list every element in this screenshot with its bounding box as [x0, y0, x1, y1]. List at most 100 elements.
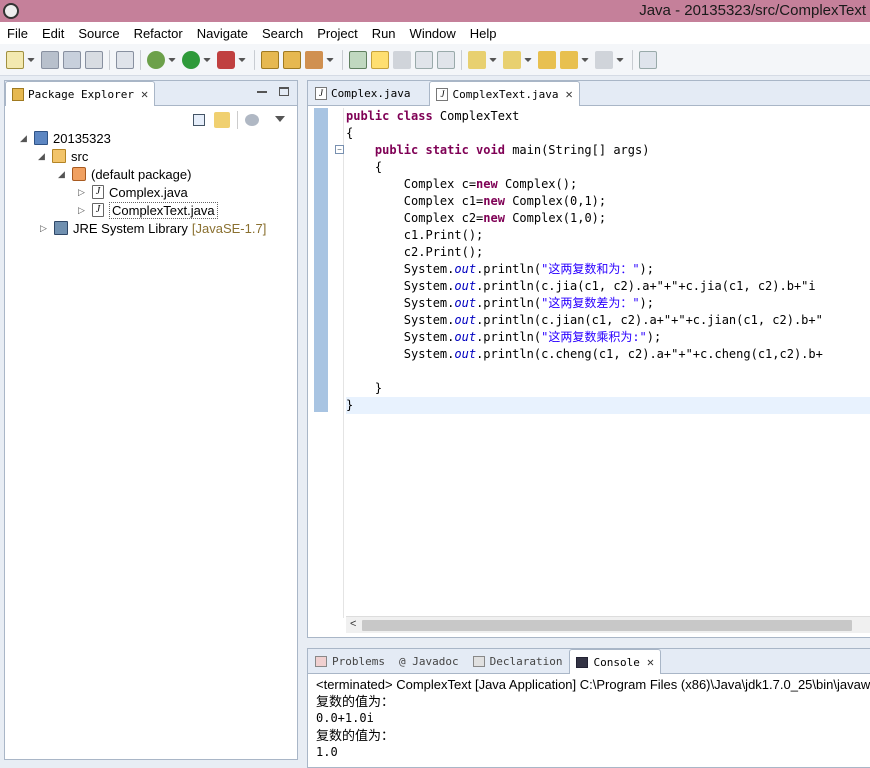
link-with-editor-icon[interactable]	[214, 112, 230, 128]
show-whitespace-icon[interactable]	[437, 50, 455, 69]
code-line: public class ComplexText	[346, 109, 520, 123]
debug-icon[interactable]	[147, 50, 165, 69]
project-name: 20135323	[53, 130, 111, 146]
task-dropdown-icon[interactable]	[326, 57, 334, 62]
maximize-icon[interactable]	[279, 87, 289, 96]
tab-console[interactable]: Console ✕	[569, 649, 662, 674]
tab-package-explorer[interactable]: Package Explorer ✕	[5, 81, 156, 106]
menu-navigate[interactable]: Navigate	[190, 26, 255, 41]
back-icon[interactable]	[560, 50, 578, 69]
open-folder-icon[interactable]	[283, 50, 301, 69]
forward-icon[interactable]	[595, 50, 613, 69]
toolbar-separator	[254, 49, 255, 70]
tree-node-jre[interactable]: ▷ JRE System Library [JavaSE-1.7]	[40, 219, 266, 237]
code-line: c2.Print();	[403, 245, 484, 259]
console-output: <terminated> ComplexText [Java Applicati…	[316, 676, 870, 761]
horizontal-scrollbar[interactable]: <	[346, 616, 870, 633]
menu-window[interactable]: Window	[403, 26, 463, 41]
package-explorer-icon	[12, 87, 24, 101]
minimize-icon[interactable]	[257, 87, 267, 93]
mark-occurrences-icon[interactable]	[371, 50, 389, 69]
toggle-breakpoint-icon[interactable]	[116, 50, 134, 69]
print-icon[interactable]	[85, 50, 103, 69]
menu-help[interactable]: Help	[463, 26, 504, 41]
close-icon[interactable]: ✕	[647, 655, 654, 669]
menu-run[interactable]: Run	[365, 26, 403, 41]
new-dropdown-icon[interactable]	[27, 57, 35, 62]
expanded-icon[interactable]: ◢	[58, 169, 68, 180]
external-tools-dropdown-icon[interactable]	[238, 57, 246, 62]
menu-bar: File Edit Source Refactor Navigate Searc…	[0, 22, 870, 44]
pin-editor-icon[interactable]	[639, 50, 657, 69]
scroll-thumb[interactable]	[362, 620, 852, 631]
java-file-icon: J	[92, 185, 104, 199]
run-dropdown-icon[interactable]	[203, 57, 211, 62]
console-line: 复数的值为：	[316, 728, 395, 743]
debug-dropdown-icon[interactable]	[168, 57, 176, 62]
overview-gutter	[314, 108, 328, 412]
tab-problems[interactable]: Problems	[308, 649, 392, 673]
tree-node-project[interactable]: ◢ 20135323	[20, 129, 111, 147]
block-selection-icon[interactable]	[393, 50, 411, 69]
collapsed-icon[interactable]: ▷	[40, 223, 50, 234]
file-label: ComplexText.java	[109, 201, 218, 219]
expanded-icon[interactable]: ◢	[38, 151, 48, 162]
code-line: System.out.println("这两复数差为：");	[403, 296, 654, 310]
close-icon[interactable]: ✕	[141, 87, 148, 101]
console-icon	[576, 656, 589, 668]
prev-annotation-dropdown-icon[interactable]	[524, 57, 532, 62]
menu-refactor[interactable]: Refactor	[127, 26, 190, 41]
expanded-icon[interactable]: ◢	[20, 133, 30, 144]
view-menu-icon[interactable]	[275, 116, 285, 122]
code-editor[interactable]: public class ComplexText { public static…	[346, 108, 870, 414]
tab-javadoc[interactable]: @ Javadoc	[392, 649, 466, 673]
menu-edit[interactable]: Edit	[35, 26, 71, 41]
package-icon	[72, 167, 86, 181]
annotation-ruler	[328, 108, 344, 618]
code-line-current: }	[346, 397, 870, 414]
external-tools-icon[interactable]	[217, 50, 235, 69]
tree-node-complex-java[interactable]: ▷ J Complex.java	[78, 183, 188, 201]
save-all-icon[interactable]	[63, 50, 81, 69]
toolbar-separator	[237, 111, 238, 129]
tree-node-package[interactable]: ◢ (default package)	[58, 165, 191, 183]
code-line: System.out.println(c.cheng(c1, c2).a+"+"…	[403, 347, 823, 361]
collapsed-icon[interactable]: ▷	[78, 205, 88, 216]
scroll-left-icon[interactable]: <	[350, 618, 356, 630]
focus-icon[interactable]	[245, 114, 259, 126]
tab-label: Complex.java	[331, 87, 411, 100]
java-file-icon: J	[315, 87, 327, 100]
tree-node-src[interactable]: ◢ src	[38, 147, 88, 165]
tab-complextext-java[interactable]: J ComplexText.java ✕	[429, 81, 580, 106]
tab-complex-java[interactable]: J Complex.java	[308, 81, 417, 105]
tree-node-complextext-java[interactable]: ▷ J ComplexText.java	[78, 201, 218, 219]
fold-collapse-icon[interactable]: −	[335, 145, 344, 154]
java-file-icon: J	[436, 87, 449, 101]
search-icon[interactable]	[349, 50, 367, 69]
forward-dropdown-icon[interactable]	[616, 57, 624, 62]
collapse-all-icon[interactable]	[193, 114, 205, 126]
word-wrap-icon[interactable]	[415, 50, 433, 69]
new-icon[interactable]	[6, 50, 24, 69]
open-type-icon[interactable]	[261, 50, 279, 69]
prev-annotation-icon[interactable]	[503, 50, 521, 69]
close-icon[interactable]: ✕	[565, 87, 572, 101]
menu-search[interactable]: Search	[255, 26, 310, 41]
menu-file[interactable]: File	[0, 26, 35, 41]
menu-source[interactable]: Source	[71, 26, 126, 41]
next-annotation-dropdown-icon[interactable]	[489, 57, 497, 62]
next-annotation-icon[interactable]	[468, 50, 486, 69]
console-tabbar: Problems @ Javadoc Declaration Console ✕	[308, 649, 870, 674]
run-icon[interactable]	[182, 50, 200, 69]
last-edit-icon[interactable]	[538, 50, 556, 69]
save-icon[interactable]	[41, 50, 59, 69]
code-line: Complex c=new Complex();	[403, 177, 578, 191]
collapsed-icon[interactable]: ▷	[78, 187, 88, 198]
back-dropdown-icon[interactable]	[581, 57, 589, 62]
main-toolbar	[0, 44, 870, 76]
menu-project[interactable]: Project	[310, 26, 364, 41]
code-line: System.out.println(c.jia(c1, c2).a+"+"+c…	[403, 279, 816, 293]
tab-declaration[interactable]: Declaration	[466, 649, 570, 673]
console-header: <terminated> ComplexText [Java Applicati…	[316, 677, 870, 692]
open-task-icon[interactable]	[305, 50, 323, 69]
